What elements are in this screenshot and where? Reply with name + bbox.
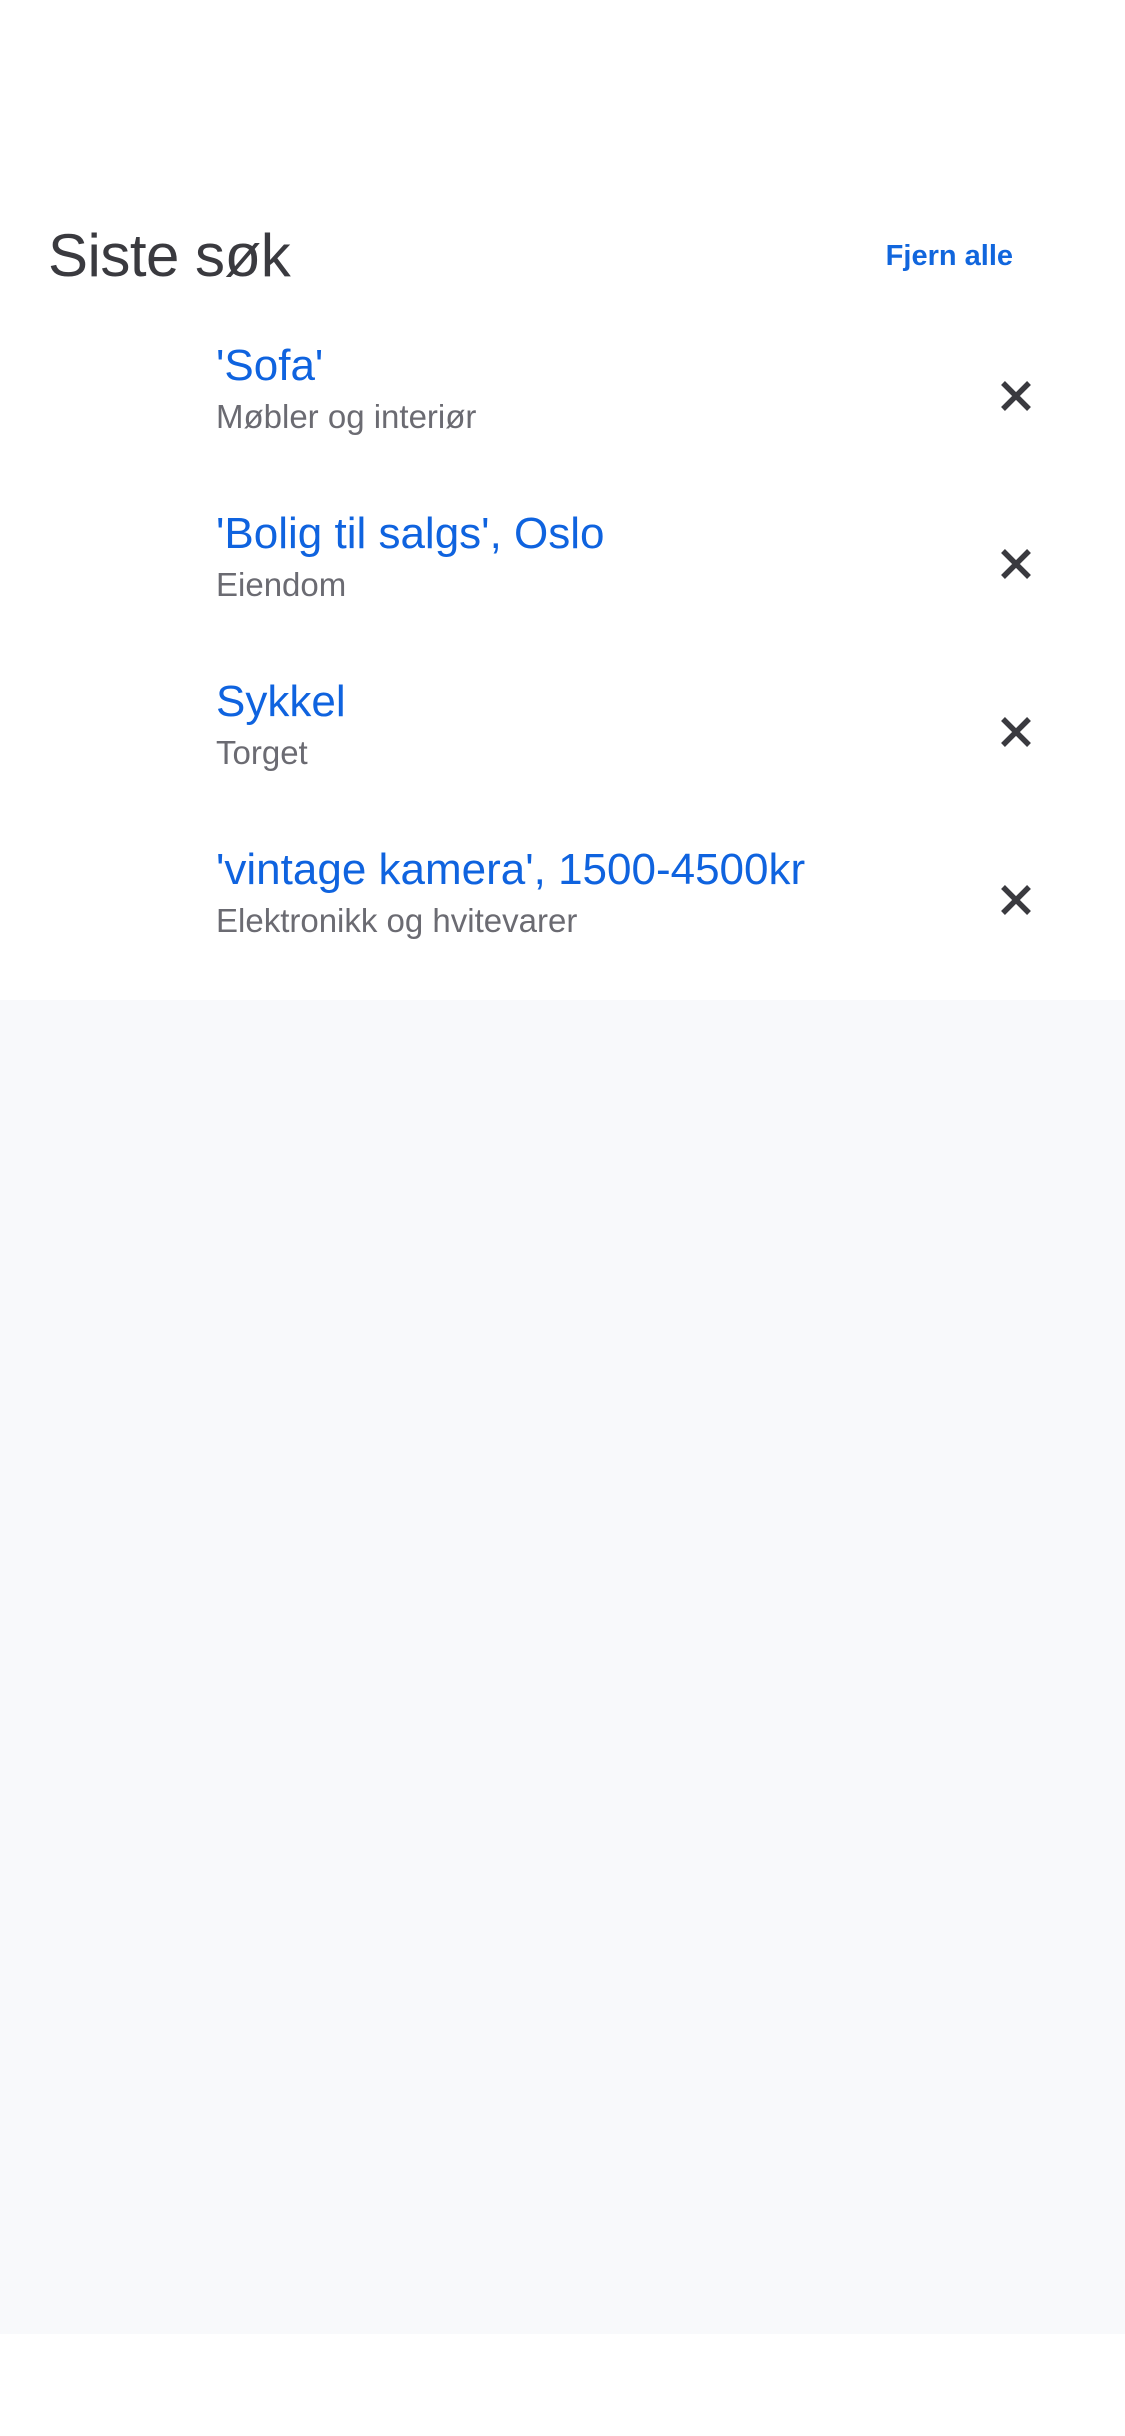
search-query: 'vintage kamera', 1500-4500kr (216, 845, 806, 894)
list-item[interactable]: Sykkel Torget (0, 664, 1125, 832)
search-query: 'Sofa' (216, 341, 324, 390)
remove-search-button[interactable] (990, 538, 1042, 590)
search-query: 'Bolig til salgs', Oslo (216, 509, 605, 558)
list-item[interactable]: 'Bolig til salgs', Oslo Eiendom (0, 496, 1125, 664)
close-icon (1001, 885, 1031, 915)
search-query: Sykkel (216, 677, 346, 726)
empty-content-area (0, 1000, 1125, 2334)
list-item[interactable]: 'vintage kamera', 1500-4500kr Elektronik… (0, 832, 1125, 1000)
search-category: Eiendom (216, 566, 347, 603)
clear-all-button[interactable]: Fjern alle (886, 236, 1013, 276)
page-title: Siste søk (48, 222, 291, 289)
search-category: Elektronikk og hvitevarer (216, 902, 578, 939)
search-category: Torget (216, 734, 308, 771)
bottom-bar-background (0, 2334, 1125, 2436)
remove-search-button[interactable] (990, 370, 1042, 422)
recent-searches-list: 'Sofa' Møbler og interiør 'Bolig til sal… (0, 328, 1125, 1000)
remove-search-button[interactable] (990, 874, 1042, 926)
search-category: Møbler og interiør (216, 398, 477, 435)
close-icon (1001, 549, 1031, 579)
remove-search-button[interactable] (990, 706, 1042, 758)
recent-searches-header: Siste søk Fjern alle (0, 200, 1125, 310)
close-icon (1001, 717, 1031, 747)
list-item[interactable]: 'Sofa' Møbler og interiør (0, 328, 1125, 496)
close-icon (1001, 381, 1031, 411)
